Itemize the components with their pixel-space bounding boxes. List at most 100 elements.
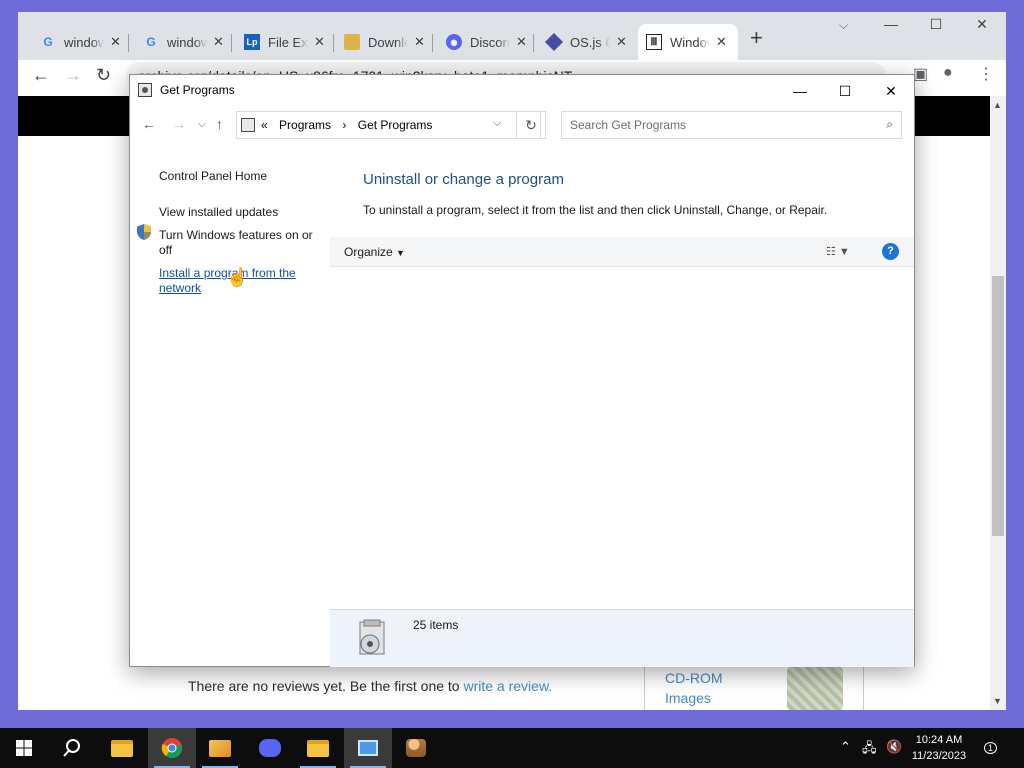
windows-logo-icon (16, 740, 32, 756)
chevron-down-icon: ▼ (396, 248, 405, 258)
page-title: Uninstall or change a program (363, 171, 564, 188)
tab-file-explorer[interactable]: Lp File Explorer ✕ (236, 24, 333, 60)
tab-downloads[interactable]: Downloads ✕ (336, 24, 433, 60)
scrollbar-thumb[interactable] (992, 276, 1004, 536)
search-icon[interactable]: ⌕ (886, 117, 893, 132)
notification-icon[interactable]: 1 (984, 739, 998, 754)
profile-icon[interactable]: ● (943, 64, 953, 82)
close-icon[interactable]: ✕ (516, 34, 527, 50)
tab-osjs-client[interactable]: OS.js Client ✕ (538, 24, 635, 60)
search-input[interactable]: Search Get Programs ⌕ (561, 111, 902, 139)
view-installed-updates-link[interactable]: View installed updates (159, 205, 319, 220)
shield-icon (137, 224, 151, 240)
archive-icon: Ⅲ (646, 34, 662, 50)
item-count: 25 items (413, 618, 459, 632)
collection-title[interactable]: CD-ROM Images (665, 668, 723, 708)
breadcrumb: « Programs › Get Programs (261, 118, 433, 132)
maximize-button[interactable]: ☐ (921, 16, 951, 33)
tab-search-icon[interactable]: ⌵ (839, 18, 848, 33)
taskbar-file-explorer[interactable] (98, 728, 146, 768)
tab-windows-search-1[interactable]: G windows ✕ (32, 24, 129, 60)
network-icon[interactable]: 🖧 (862, 739, 877, 761)
chevron-down-icon[interactable]: ⌵ (493, 117, 501, 130)
taskbar-discord[interactable] (246, 728, 294, 768)
menu-icon[interactable]: ⋮ (978, 64, 994, 84)
search-icon (63, 739, 80, 757)
close-icon[interactable]: ✕ (414, 34, 425, 50)
scroll-up-icon[interactable]: ▲ (993, 100, 1002, 110)
taskbar-control-panel[interactable] (344, 728, 392, 768)
taskbar-folder[interactable] (294, 728, 342, 768)
breadcrumb-get-programs[interactable]: Get Programs (358, 118, 433, 132)
main-pane: Uninstall or change a program To uninsta… (330, 143, 914, 667)
collection-box[interactable]: CD-ROM Images (644, 666, 864, 710)
close-button[interactable]: ✕ (967, 16, 997, 33)
close-icon[interactable]: ✕ (314, 34, 325, 50)
discord-icon (259, 739, 281, 757)
close-icon[interactable]: ✕ (110, 34, 121, 50)
clock[interactable]: 10:24 AM 11/23/2023 (902, 732, 976, 764)
users-icon (406, 739, 426, 757)
up-icon[interactable]: ↑ (216, 116, 223, 132)
new-tab-button[interactable]: + (750, 25, 763, 51)
sidepanel-icon[interactable]: ▣ (913, 64, 928, 84)
recent-locations-icon[interactable]: ⌵ (198, 119, 206, 130)
start-button[interactable] (0, 728, 48, 768)
tab-windows-archive[interactable]: Ⅲ Windows ✕ (638, 24, 738, 60)
left-pane: Control Panel Home View installed update… (130, 143, 330, 667)
explorer-nav-bar: ← → ⌵ ↑ « Programs › Get Programs ⌵ ↻ Se… (130, 107, 914, 143)
taskbar-users[interactable] (392, 728, 440, 768)
view-options-icon[interactable]: ☷ ▼ (826, 245, 850, 258)
close-icon[interactable]: ✕ (213, 34, 224, 50)
address-bar[interactable]: « Programs › Get Programs ⌵ (236, 111, 541, 139)
forward-icon[interactable]: → (64, 65, 82, 86)
programs-icon (138, 83, 152, 97)
title-bar: Get Programs — ☐ ✕ (130, 75, 914, 107)
notification-count: 1 (984, 742, 998, 754)
google-icon: G (146, 35, 156, 49)
collection-thumbnail (787, 666, 843, 710)
write-review-link[interactable]: write a review. (463, 678, 552, 694)
photos-icon (209, 739, 231, 757)
tab-strip: G windows ✕ G windows ✕ Lp File Explorer… (18, 12, 1006, 60)
cube-icon (544, 32, 564, 52)
search-button[interactable] (48, 728, 96, 768)
organize-button[interactable]: Organize ▼ (344, 245, 405, 259)
details-pane: 25 items (330, 609, 914, 667)
tab-discord[interactable]: ◉ Discord ✕ (438, 24, 535, 60)
taskbar: ⌃ 🖧 🔇 10:24 AM 11/23/2023 1 (0, 728, 1024, 768)
breadcrumb-programs[interactable]: Programs (279, 118, 331, 132)
page-description: To uninstall a program, select it from t… (363, 203, 828, 217)
window-title: Get Programs (160, 83, 235, 97)
reviews-text: There are no reviews yet. Be the first o… (188, 678, 553, 694)
close-button[interactable]: ✕ (868, 79, 914, 103)
back-icon[interactable]: ← (142, 116, 156, 132)
minimize-button[interactable]: — (876, 16, 906, 32)
folder-icon (307, 739, 329, 757)
forward-icon[interactable]: → (172, 116, 186, 132)
lp-icon: Lp (244, 34, 260, 50)
minimize-button[interactable]: — (777, 79, 823, 103)
google-icon: G (43, 35, 53, 49)
turn-windows-features-link[interactable]: Turn Windows features on or off (159, 228, 319, 258)
taskbar-chrome[interactable] (148, 728, 196, 768)
close-icon[interactable]: ✕ (716, 34, 727, 50)
tab-windows-search-2[interactable]: G windows ✕ (135, 24, 232, 60)
hand-cursor-icon: ☝ (226, 267, 249, 287)
chrome-icon (161, 738, 183, 759)
reload-icon[interactable]: ↻ (96, 65, 111, 86)
taskbar-photos[interactable] (196, 728, 244, 768)
command-bar: Organize ▼ ☷ ▼ ? (330, 237, 914, 267)
folder-icon (111, 739, 133, 757)
folder-icon (344, 34, 360, 50)
back-icon[interactable]: ← (32, 65, 50, 86)
scroll-down-icon[interactable]: ▼ (993, 696, 1002, 706)
control-panel-home-link[interactable]: Control Panel Home (159, 169, 319, 184)
refresh-icon[interactable]: ↻ (516, 111, 546, 139)
discord-icon: ◉ (446, 34, 462, 50)
close-icon[interactable]: ✕ (616, 34, 627, 50)
chevron-up-icon[interactable]: ⌃ (840, 739, 851, 755)
volume-muted-icon[interactable]: 🔇 (886, 739, 902, 755)
help-icon[interactable]: ? (882, 243, 899, 260)
maximize-button[interactable]: ☐ (822, 79, 868, 103)
